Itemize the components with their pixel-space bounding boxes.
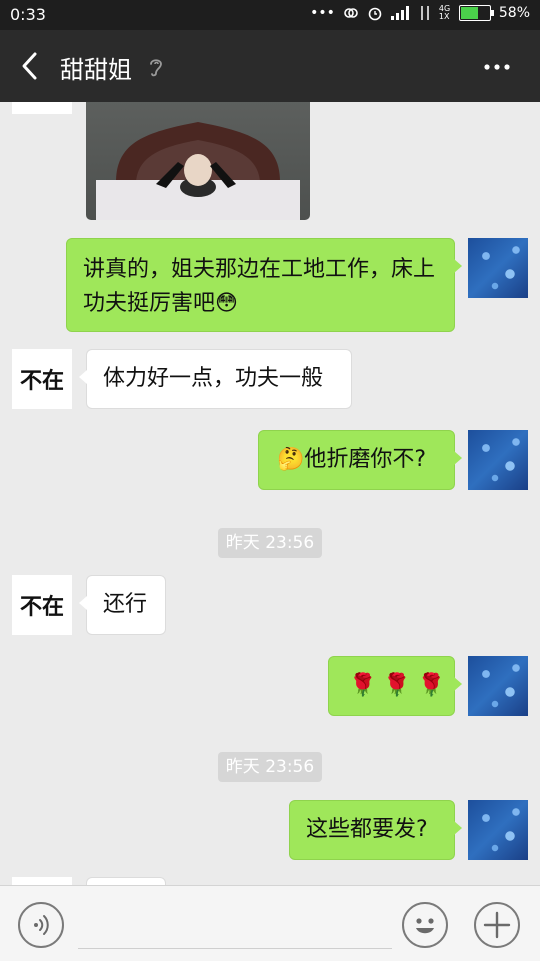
message-input[interactable] xyxy=(78,900,392,949)
ear-icon xyxy=(150,59,162,77)
back-arrow-icon[interactable] xyxy=(18,50,42,82)
contact-avatar[interactable] xyxy=(12,877,72,885)
network-type-label: 4G 1X xyxy=(438,4,451,21)
outgoing-message[interactable]: 🤔他折磨你不? xyxy=(258,430,462,490)
outgoing-message[interactable]: 🌹 🌹 🌹 xyxy=(328,656,462,716)
incoming-message[interactable] xyxy=(86,877,166,885)
emoji-thinking: 🤔 xyxy=(277,447,305,472)
status-bar: 0:33 ••• 4G 1X 58% xyxy=(0,0,540,30)
contact-avatar[interactable]: 不在 xyxy=(12,349,72,409)
signal-icon xyxy=(390,6,409,20)
message-list[interactable]: 讲真的，姐夫那边在工地工作，床上功夫挺厉害吧😳 不在 体力好一点，功夫一般 🤔他… xyxy=(0,102,540,885)
timestamp: 昨天 23:56 xyxy=(218,528,322,558)
more-icon[interactable] xyxy=(482,52,512,82)
data-transfer-icon xyxy=(421,6,429,20)
battery-percent: 58% xyxy=(498,5,530,21)
image-message[interactable] xyxy=(86,102,310,220)
emoji-button[interactable] xyxy=(402,902,448,948)
emoji-icon xyxy=(416,918,434,934)
more-actions-button[interactable] xyxy=(474,902,520,948)
message-text: 他折磨你不? xyxy=(304,447,427,472)
status-icons: ••• 4G 1X 58% xyxy=(310,5,530,21)
message-text: 体力好一点，功夫一般 xyxy=(103,366,324,391)
message-text: 还行 xyxy=(103,592,148,617)
my-avatar[interactable] xyxy=(468,238,528,298)
contact-avatar[interactable]: 不在 xyxy=(12,575,72,635)
message-text: 讲真的，姐夫那边在工地工作，床上功夫挺厉害吧 xyxy=(83,257,436,316)
status-time: 0:33 xyxy=(10,5,46,24)
rose-emojis: 🌹 🌹 🌹 xyxy=(349,673,446,698)
outgoing-message[interactable]: 这些都要发? xyxy=(289,800,462,860)
my-avatar[interactable] xyxy=(468,800,528,860)
voice-icon xyxy=(34,915,49,935)
chat-title: 甜甜姐 xyxy=(60,56,132,84)
input-bar xyxy=(0,885,540,961)
message-text: 这些都要发? xyxy=(306,817,428,842)
incoming-message[interactable]: 还行 xyxy=(79,575,166,635)
my-avatar[interactable] xyxy=(468,430,528,490)
contact-avatar[interactable] xyxy=(12,102,72,114)
more-notifications-icon: ••• xyxy=(310,5,335,21)
photo-content xyxy=(96,122,300,220)
alarm-icon xyxy=(368,7,382,21)
timestamp: 昨天 23:56 xyxy=(218,752,322,782)
plus-icon xyxy=(483,911,511,939)
battery-icon xyxy=(458,5,494,21)
incoming-message[interactable]: 体力好一点，功夫一般 xyxy=(79,349,352,409)
voice-button[interactable] xyxy=(18,902,64,948)
chat-header: 甜甜姐 xyxy=(0,30,540,102)
link-icon xyxy=(344,8,358,18)
my-avatar[interactable] xyxy=(468,656,528,716)
emoji-flushed: 😳 xyxy=(215,291,238,316)
outgoing-message[interactable]: 讲真的，姐夫那边在工地工作，床上功夫挺厉害吧😳 xyxy=(66,238,462,332)
